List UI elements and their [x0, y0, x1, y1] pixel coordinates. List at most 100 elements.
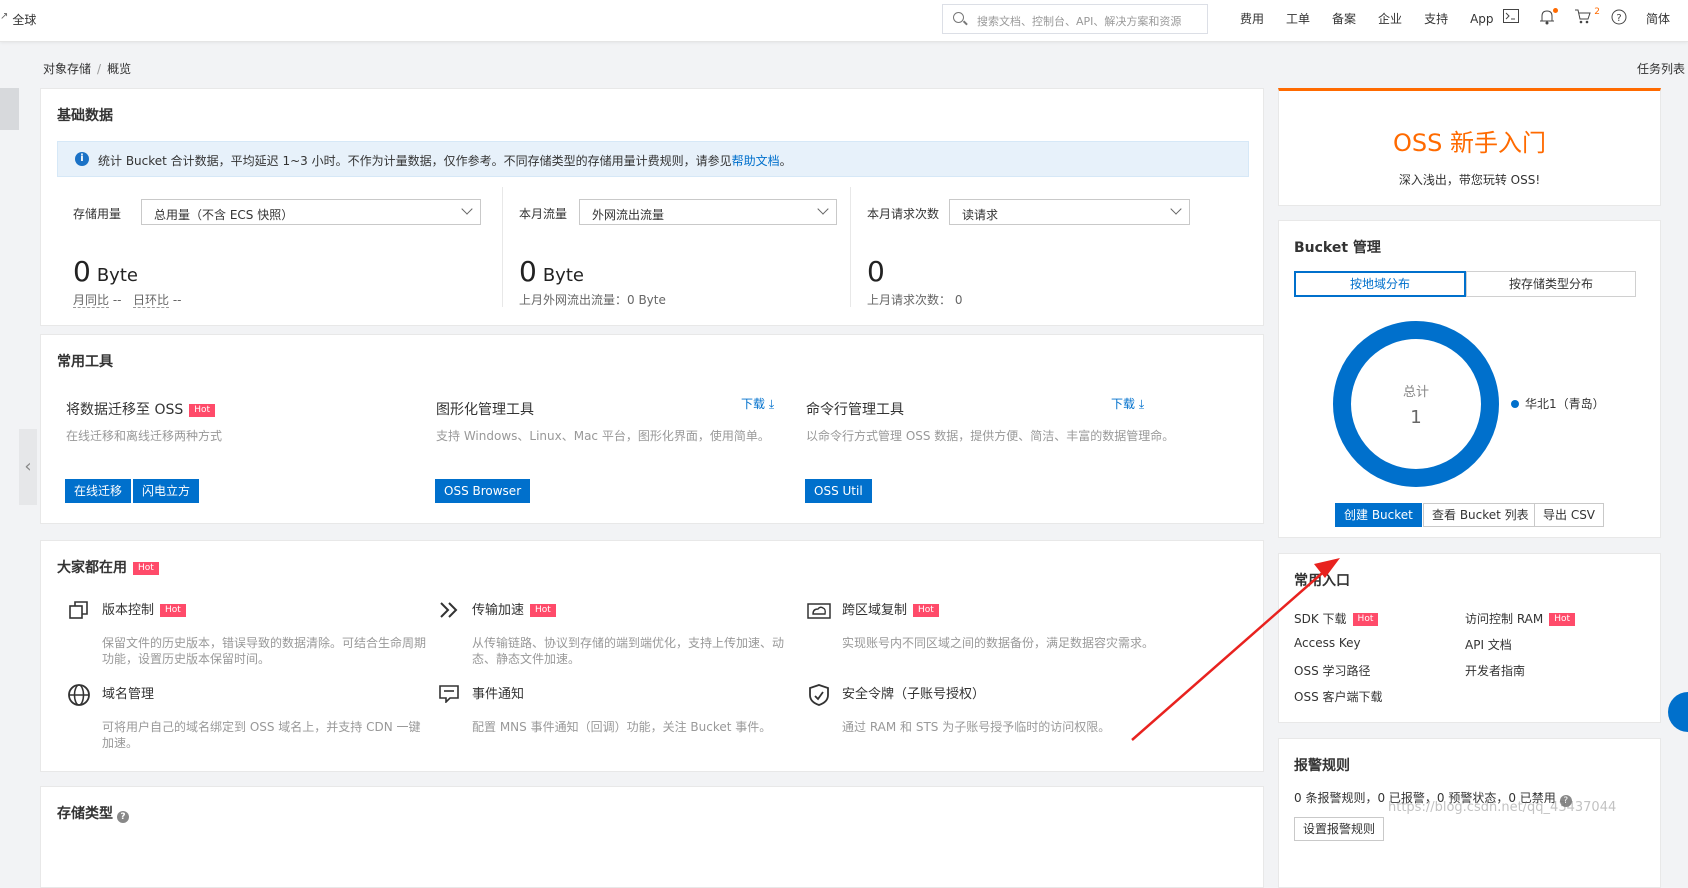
help-icon[interactable]: ?: [117, 811, 129, 823]
hot-badge: Hot: [133, 562, 159, 575]
breadcrumb-separator: /: [97, 62, 102, 76]
requests-value: 0: [867, 255, 885, 288]
side-nav-strip: [0, 88, 19, 130]
api-doc-link[interactable]: API 文档: [1465, 636, 1512, 653]
ram-link[interactable]: 访问控制 RAM Hot: [1465, 610, 1576, 627]
set-alarm-button[interactable]: 设置报警规则: [1294, 817, 1385, 841]
help-doc-link[interactable]: 帮助文档: [732, 154, 780, 168]
dod-value: --: [172, 293, 182, 307]
basic-data-card: 基础数据 i 统计 Bucket 合计数据，平均延迟 1~3 小时。不作为计量数…: [40, 88, 1264, 326]
feature-desc: 可将用户自己的域名绑定到 OSS 域名上，并支持 CDN 一键加速。: [102, 720, 421, 750]
tab-by-storage-type[interactable]: 按存储类型分布: [1466, 271, 1636, 297]
nav-support[interactable]: 支持: [1424, 10, 1448, 27]
oss-intro-title[interactable]: OSS 新手入门: [1279, 123, 1660, 158]
alarm-title: 报警规则: [1294, 758, 1350, 774]
popular-card: 大家都在用 Hot 版本控制 Hot 保留文件的历史版本，错误导致的数据清除。可结合…: [40, 540, 1264, 772]
feature-title: 跨区域复制: [842, 603, 908, 618]
versions-icon: [66, 599, 92, 625]
nav-app[interactable]: App: [1470, 12, 1493, 26]
search-icon: [953, 12, 964, 23]
donut-svg: [1333, 321, 1499, 487]
feature-title: 安全令牌（子账号授权）: [842, 687, 986, 702]
tab-by-region[interactable]: 按地域分布: [1294, 271, 1466, 297]
cli-download-link[interactable]: 下载 ⤓: [1111, 395, 1144, 412]
requests-last-label: 上月请求次数：: [867, 293, 952, 307]
access-key-link[interactable]: Access Key: [1294, 636, 1361, 650]
bell-icon[interactable]: [1538, 8, 1558, 27]
storage-types-card: 存储类型?: [40, 786, 1264, 888]
learning-path-link[interactable]: OSS 学习路径: [1294, 662, 1371, 679]
entry-label: 访问控制 RAM: [1465, 612, 1544, 626]
message-icon: [436, 683, 462, 709]
cart-icon[interactable]: 2: [1574, 7, 1600, 27]
task-list-link[interactable]: 任务列表: [1637, 60, 1685, 77]
storage-unit: Byte: [96, 265, 138, 286]
feature-title: 传输加速: [472, 603, 525, 618]
cli-desc: 以命令行方式管理 OSS 数据，提供方便、简洁、丰富的数据管理命。: [806, 429, 1175, 443]
traffic-select[interactable]: 外网流出流量: [579, 199, 837, 225]
region-label: 全球: [12, 13, 37, 27]
entries-card: 常用入口 SDK 下载 Hot 访问控制 RAM Hot Access Key AP…: [1278, 553, 1661, 723]
collapse-sidebar-button[interactable]: ‹: [19, 429, 37, 505]
gui-title: 图形化管理工具: [436, 402, 534, 418]
help-icon[interactable]: ?: [1610, 9, 1628, 27]
view-bucket-list-button[interactable]: 查看 Bucket 列表: [1423, 503, 1538, 527]
feature-title: 域名管理: [102, 687, 155, 702]
donut-slice[interactable]: [1333, 321, 1499, 487]
nav-enterprise[interactable]: 企业: [1378, 10, 1402, 27]
download-label: 下载: [1111, 397, 1136, 411]
traffic-unit: Byte: [542, 265, 584, 286]
shield-icon: [806, 683, 832, 709]
breadcrumb-root[interactable]: 对象存储: [43, 62, 91, 76]
bucket-card: Bucket 管理 按地域分布 按存储类型分布 总计 1 华北1（青岛） 创建 …: [1278, 220, 1661, 538]
cart-count: 2: [1594, 7, 1600, 17]
search-input[interactable]: 搜索文档、控制台、API、解决方案和资源: [942, 4, 1208, 34]
nav-ticket[interactable]: 工单: [1286, 10, 1310, 27]
create-bucket-button[interactable]: 创建 Bucket: [1335, 503, 1422, 527]
oss-intro-subtitle: 深入浅出，带您玩转 OSS!: [1398, 173, 1541, 187]
traffic-value: 0 Byte: [519, 255, 584, 288]
oss-util-button[interactable]: OSS Util: [805, 479, 872, 503]
hot-badge: Hot: [530, 604, 556, 617]
search-placeholder: 搜索文档、控制台、API、解决方案和资源: [977, 15, 1182, 28]
globe-icon: [66, 683, 92, 709]
feature-desc: 通过 RAM 和 STS 为子账号授予临时的访问权限。: [842, 720, 1111, 734]
requests-last-month: 上月请求次数： 0: [867, 291, 962, 308]
oss-browser-button[interactable]: OSS Browser: [435, 479, 531, 503]
chevron-down-icon: [817, 203, 829, 215]
bucket-donut-chart: 总计 1: [1331, 319, 1501, 489]
storage-select[interactable]: 总用量（不含 ECS 快照）: [141, 199, 481, 225]
download-label: 下载: [741, 397, 766, 411]
info-icon: i: [75, 152, 89, 166]
export-csv-button[interactable]: 导出 CSV: [1534, 503, 1605, 527]
migrate-title: 将数据迁移至 OSS: [66, 402, 184, 418]
sdk-download-link[interactable]: SDK 下载 Hot: [1294, 610, 1379, 627]
svg-text:?: ?: [1616, 13, 1621, 24]
lightning-cube-button[interactable]: 闪电立方: [133, 479, 200, 503]
requests-label: 本月请求次数: [867, 207, 940, 221]
hot-badge: Hot: [189, 404, 216, 417]
terminal-icon[interactable]: [1502, 9, 1520, 27]
online-migration-button[interactable]: 在线迁移: [65, 479, 132, 503]
bucket-title: Bucket 管理: [1294, 240, 1381, 256]
mom-value: --: [112, 293, 122, 307]
migrate-desc: 在线迁移和离线迁移两种方式: [66, 429, 223, 443]
hot-badge: Hot: [160, 604, 186, 617]
developer-guide-link[interactable]: 开发者指南: [1465, 662, 1525, 679]
gui-download-link[interactable]: 下载 ⤓: [741, 395, 774, 412]
client-download-link[interactable]: OSS 客户端下载: [1294, 688, 1383, 705]
requests-select[interactable]: 读请求: [949, 199, 1190, 225]
traffic-label: 本月流量: [519, 207, 568, 221]
nav-billing[interactable]: 费用: [1240, 10, 1264, 27]
region-selector[interactable]: ↗ 全球: [0, 11, 36, 28]
location-icon: ↗: [0, 11, 9, 22]
watermark: https://blog.csdn.net/qq_43437044: [1388, 800, 1617, 815]
notice-text: 统计 Bucket 合计数据，平均延迟 1~3 小时。不作为计量数据，仅作参考。…: [98, 154, 732, 168]
mom-label: 月同比: [73, 293, 110, 308]
language-selector[interactable]: 简体: [1646, 10, 1670, 27]
floating-assistant-button[interactable]: [1668, 692, 1688, 732]
hot-badge: Hot: [1549, 613, 1576, 626]
traffic-select-value: 外网流出流量: [592, 208, 665, 222]
feature-desc: 实现账号内不同区域之间的数据备份，满足数据容灾需求。: [842, 636, 1155, 650]
nav-icp[interactable]: 备案: [1332, 10, 1356, 27]
